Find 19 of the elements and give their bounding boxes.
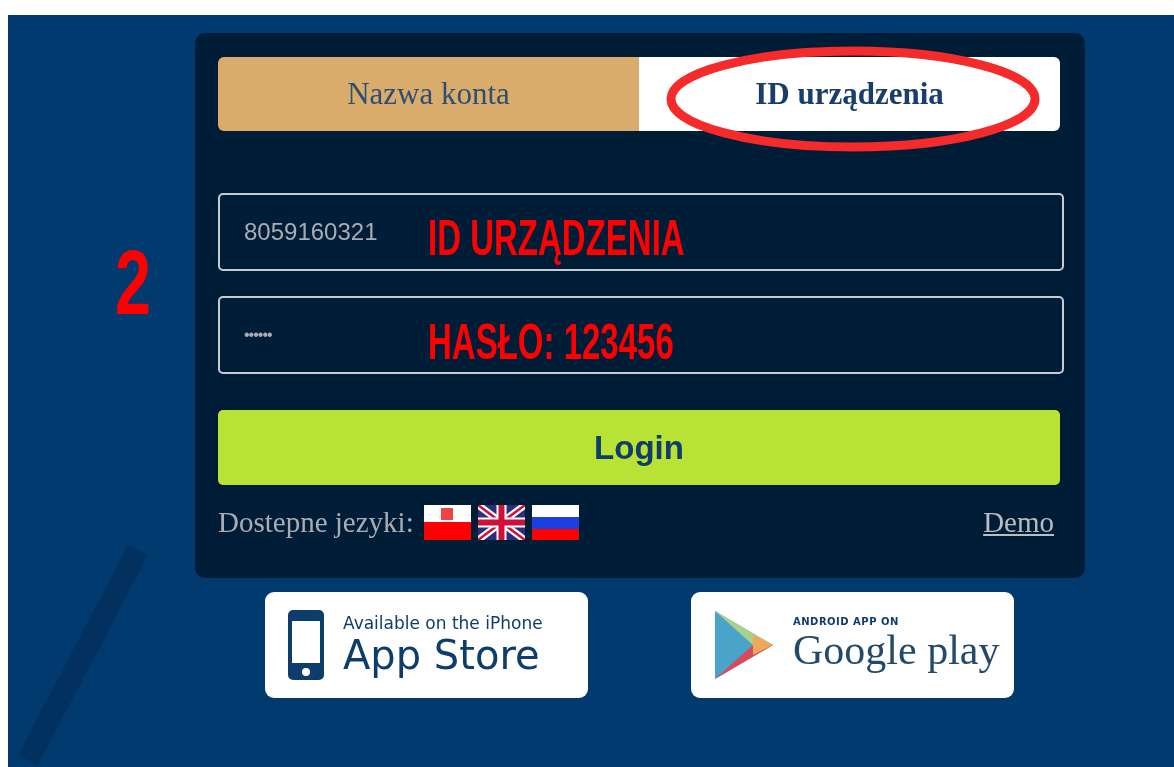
play-triangle-icon: [713, 609, 775, 681]
google-play-badge[interactable]: ANDROID APP ON Google play: [691, 592, 1014, 698]
badge-title: Google play: [793, 627, 1000, 674]
flag-icon[interactable]: [531, 505, 579, 540]
badge-title: App Store: [343, 633, 541, 677]
tab[interactable]: Nazwa konta: [218, 57, 639, 131]
login-button[interactable]: Login: [218, 410, 1060, 485]
app-store-badge[interactable]: Available on the iPhone App Store: [265, 592, 588, 698]
languages-label: Dostepne jezyki:: [218, 506, 414, 539]
annotation-text: ID URZĄDZENIA: [428, 213, 685, 263]
badge-caption: Available on the iPhone: [343, 613, 543, 633]
phone-icon: [287, 609, 325, 681]
badge-caption: ANDROID APP ON: [793, 616, 900, 628]
annotation-text: HASŁO: 123456: [428, 317, 674, 367]
demo-link[interactable]: Demo: [983, 506, 1054, 539]
tab[interactable]: ID urządzenia: [639, 57, 1060, 131]
flag-icon[interactable]: [423, 505, 471, 540]
flag-icon[interactable]: [477, 505, 525, 540]
step-number-annotation: 2: [115, 238, 152, 328]
